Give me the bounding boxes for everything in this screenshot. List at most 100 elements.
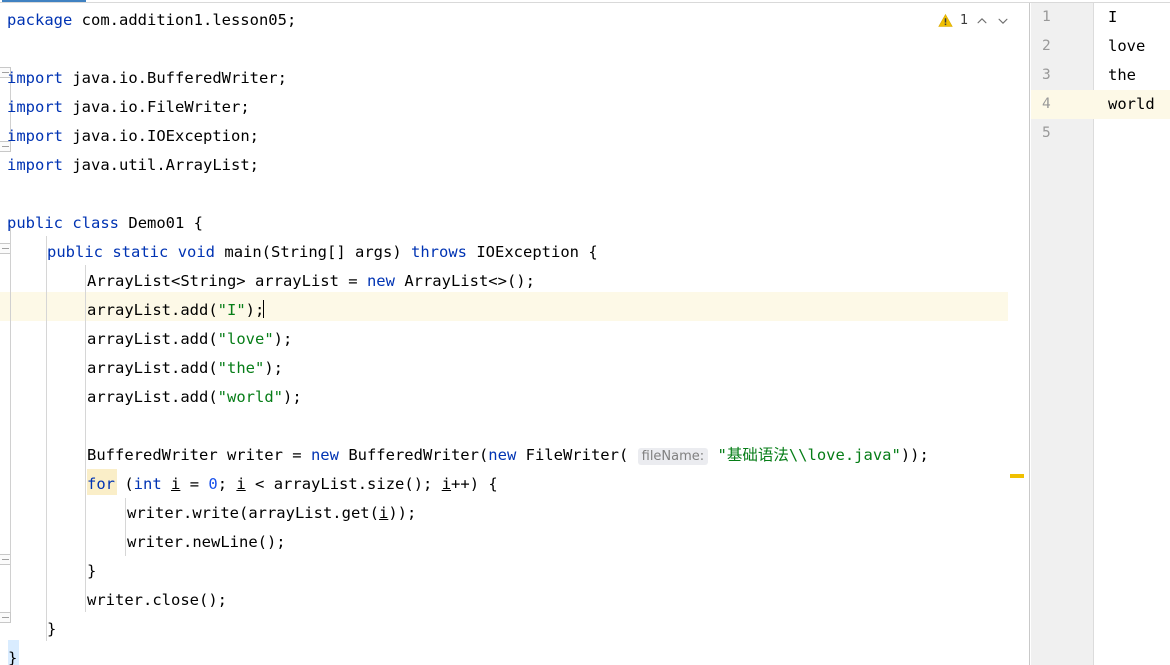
string-literal-the: "the": [217, 359, 265, 377]
preview-line-text: world: [1108, 95, 1155, 113]
code-line-close-brace-for: }: [87, 557, 96, 586]
parameter-hint-filename: fileName:: [637, 448, 709, 465]
code-line-method-signature: public static void main(String[] args) t…: [47, 238, 598, 267]
keyword-new: new: [488, 446, 517, 464]
file-preview-panel[interactable]: 1 2 3 4 5 I love the world: [1031, 3, 1170, 665]
closing-brace: }: [8, 649, 18, 665]
keyword-import: import: [7, 98, 63, 116]
code-line-package: package com.addition1.lesson05;: [7, 6, 296, 35]
code-line-add-world: arrayList.add("world");: [87, 383, 302, 412]
method-name-and-params: main(String[] args): [224, 243, 411, 261]
closing-brace: }: [87, 562, 97, 580]
write-prefix: writer.write(arrayList.get(: [127, 504, 379, 522]
text-caret: [263, 300, 265, 318]
code-line-add-love: arrayList.add("love");: [87, 325, 292, 354]
code-line-add-i: arrayList.add("I");: [87, 296, 265, 325]
close-statement: writer.close();: [87, 591, 227, 609]
keyword-public: public: [7, 214, 63, 232]
for-sep-1: ;: [217, 475, 237, 493]
call-prefix: arrayList.add(: [87, 388, 218, 406]
warning-count: 1: [960, 13, 969, 28]
keyword-for: for: [87, 475, 115, 493]
code-line-writer-close: writer.close();: [87, 586, 227, 615]
write-suffix: ));: [388, 504, 417, 522]
ide-editor-window: package com.addition1.lesson05; import j…: [0, 0, 1170, 665]
code-line-import-4: import java.util.ArrayList;: [7, 151, 259, 180]
code-text-surface[interactable]: package com.addition1.lesson05; import j…: [0, 3, 1008, 665]
for-tail: ++) {: [451, 475, 498, 493]
code-line-close-brace-method: }: [47, 615, 56, 644]
error-stripe-scrollbar[interactable]: [1008, 3, 1030, 665]
preview-line-number: 5: [1042, 125, 1051, 141]
number-literal-zero: 0: [208, 475, 218, 493]
call-prefix: arrayList.add(: [87, 301, 218, 319]
keyword-import: import: [7, 127, 63, 145]
import-path: java.io.FileWriter;: [72, 98, 250, 116]
code-line-add-the: arrayList.add("the");: [87, 354, 283, 383]
call-prefix: arrayList.add(: [87, 330, 218, 348]
loop-var-cond: i: [236, 475, 246, 493]
closing-brace: }: [47, 620, 57, 638]
code-line-for-loop: for (int i = 0; i < arrayList.size(); i+…: [87, 470, 498, 499]
newline-statement: writer.newLine();: [127, 533, 286, 551]
bw-ctor: BufferedWriter(: [348, 446, 489, 464]
call-suffix: );: [264, 359, 283, 377]
keyword-int: int: [133, 475, 162, 493]
string-literal-i: "I": [217, 301, 246, 319]
call-prefix: arrayList.add(: [87, 359, 218, 377]
class-name: Demo01 {: [128, 214, 204, 232]
code-line-import-3: import java.io.IOException;: [7, 122, 259, 151]
code-line-close-brace-class: }: [8, 644, 17, 665]
keyword-import: import: [7, 69, 63, 87]
preview-line-number: 1: [1042, 9, 1051, 25]
code-line-import-1: import java.io.BufferedWriter;: [7, 64, 287, 93]
keyword-import: import: [7, 156, 63, 174]
keyword-public: public: [47, 243, 103, 261]
preview-line-text: love: [1108, 37, 1146, 55]
for-open-paren: (: [115, 475, 134, 493]
preview-line-text: the: [1108, 66, 1136, 84]
preview-line-number: 2: [1042, 38, 1051, 54]
preview-line-text: I: [1108, 8, 1118, 26]
code-line-writer-write: writer.write(arrayList.get(i));: [127, 499, 416, 528]
import-path: java.io.BufferedWriter;: [72, 69, 287, 87]
import-path: java.util.ArrayList;: [72, 156, 259, 174]
keyword-new: new: [366, 272, 395, 290]
code-line-class-decl: public class Demo01 {: [7, 209, 203, 238]
import-path: java.io.IOException;: [72, 127, 259, 145]
chevron-up-icon[interactable]: [975, 14, 989, 28]
call-suffix: );: [282, 388, 302, 406]
bw-tail: ));: [900, 446, 929, 464]
filewriter-ctor: FileWriter(: [525, 446, 638, 464]
keyword-package: package: [7, 11, 73, 29]
for-condition: < arrayList.size();: [245, 475, 442, 493]
throws-type: IOException {: [476, 243, 598, 261]
code-line-arraylist-decl: ArrayList<String> arrayList = new ArrayL…: [87, 267, 535, 296]
inspection-widget[interactable]: 1: [938, 13, 1008, 28]
keyword-new: new: [310, 446, 339, 464]
string-literal-love: "love": [217, 330, 274, 348]
loop-var-arg: i: [378, 504, 389, 522]
keyword-void: void: [177, 243, 216, 261]
keyword-class: class: [72, 214, 120, 232]
preview-line-number: 4: [1042, 96, 1051, 112]
code-line-writer-newline: writer.newLine();: [127, 528, 286, 557]
package-name: com.addition1.lesson05;: [81, 11, 297, 29]
code-line-bufferedwriter: BufferedWriter writer = new BufferedWrit…: [87, 441, 929, 470]
chevron-down-icon[interactable]: [996, 14, 1008, 28]
string-literal-world: "world": [217, 388, 283, 406]
keyword-static: static: [112, 243, 169, 261]
code-line-import-2: import java.io.FileWriter;: [7, 93, 250, 122]
warning-stripe-mark[interactable]: [1010, 474, 1024, 478]
loop-var-incr: i: [441, 475, 452, 493]
code-editor-pane[interactable]: package com.addition1.lesson05; import j…: [0, 3, 1008, 665]
bw-lhs: BufferedWriter writer =: [87, 446, 311, 464]
call-suffix: );: [245, 301, 265, 319]
declaration-lhs: ArrayList<String> arrayList =: [87, 272, 367, 290]
loop-var-init: i: [171, 475, 181, 493]
warning-triangle-icon: [938, 13, 953, 28]
declaration-rhs: ArrayList<>();: [404, 272, 535, 290]
preview-line-number: 3: [1042, 67, 1051, 83]
keyword-throws: throws: [411, 243, 467, 261]
string-literal-filepath: "基础语法\\love.java": [717, 446, 901, 464]
